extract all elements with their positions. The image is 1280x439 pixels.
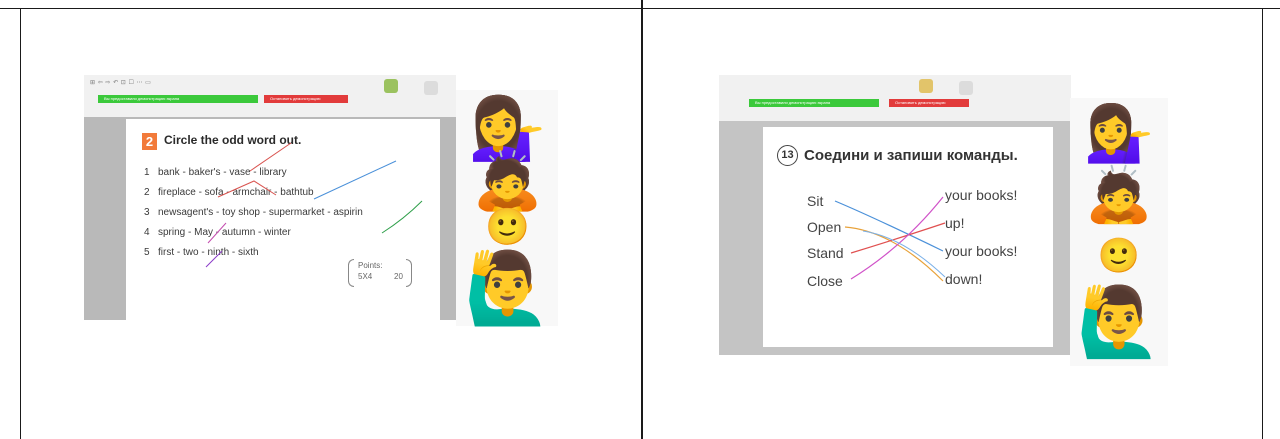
line-extra [862,230,946,278]
screen-share-banner: Вы предоставили демонстрацию экрана [749,99,879,107]
shape-icon [959,81,973,95]
right-screenshot: Вы предоставили демонстрацию экрана Оста… [719,75,1071,355]
woman-tipping-hand-icon: 💁‍♀️ [1084,101,1154,164]
right-ribbon: Вы предоставили демонстрацию экрана Оста… [719,75,1071,122]
person-bowing-icon: 🙇 [1085,165,1153,225]
screen-share-banner: Вы предоставили демонстрацию экрана [98,95,258,103]
paste-icon [919,79,933,93]
left-screenshot: ⊞ ⇦ ⇨ ↶ ⊡ ☐ ⋯ ▭ Вы предоставили демонстр… [84,75,456,320]
man-raising-hand-icon: 🙋‍♂️ [464,249,552,327]
smiling-face-icon: 🙂 [485,206,530,247]
stop-share-button[interactable]: Остановить демонстрацию [889,99,969,107]
stroke-two [205,250,223,268]
stop-share-label: Остановить демонстрацию [895,100,946,105]
stroke-may [207,222,227,244]
matching-lines [834,196,946,282]
line-sit [834,200,944,252]
screen-share-text: Вы предоставили демонстрацию экрана [755,100,831,105]
right-slide: 13 Соедини и запиши команды. Sit Open St… [763,127,1053,347]
stroke-armchair [217,180,277,198]
stroke-aspirin [381,200,423,234]
handwritten-strokes [205,142,423,268]
person-bowing-icon: 🙇 [472,149,543,212]
ribbon-toolbar: ⊞ ⇦ ⇨ ↶ ⊡ ☐ ⋯ ▭ [90,80,152,86]
shape-icon [424,81,438,95]
left-ribbon: ⊞ ⇦ ⇨ ↶ ⊡ ☐ ⋯ ▭ Вы предоставили демонстр… [84,75,456,118]
column-divider [641,0,643,439]
stroke-vase [249,142,292,172]
stop-share-button[interactable]: Остановить демонстрацию [264,95,348,103]
line-stand [850,222,946,254]
smiling-face-icon: 🙂 [1097,237,1141,275]
paste-icon [384,79,398,93]
stroke-bathtub [313,160,397,200]
man-raising-hand-icon: 🙋‍♂️ [1076,284,1162,360]
screen-share-text: Вы предоставили демонстрацию экрана [104,96,180,101]
stop-share-label: Остановить демонстрацию [270,96,321,101]
left-slide: 2 Circle the odd word out. 1 bank - baker… [126,119,440,320]
